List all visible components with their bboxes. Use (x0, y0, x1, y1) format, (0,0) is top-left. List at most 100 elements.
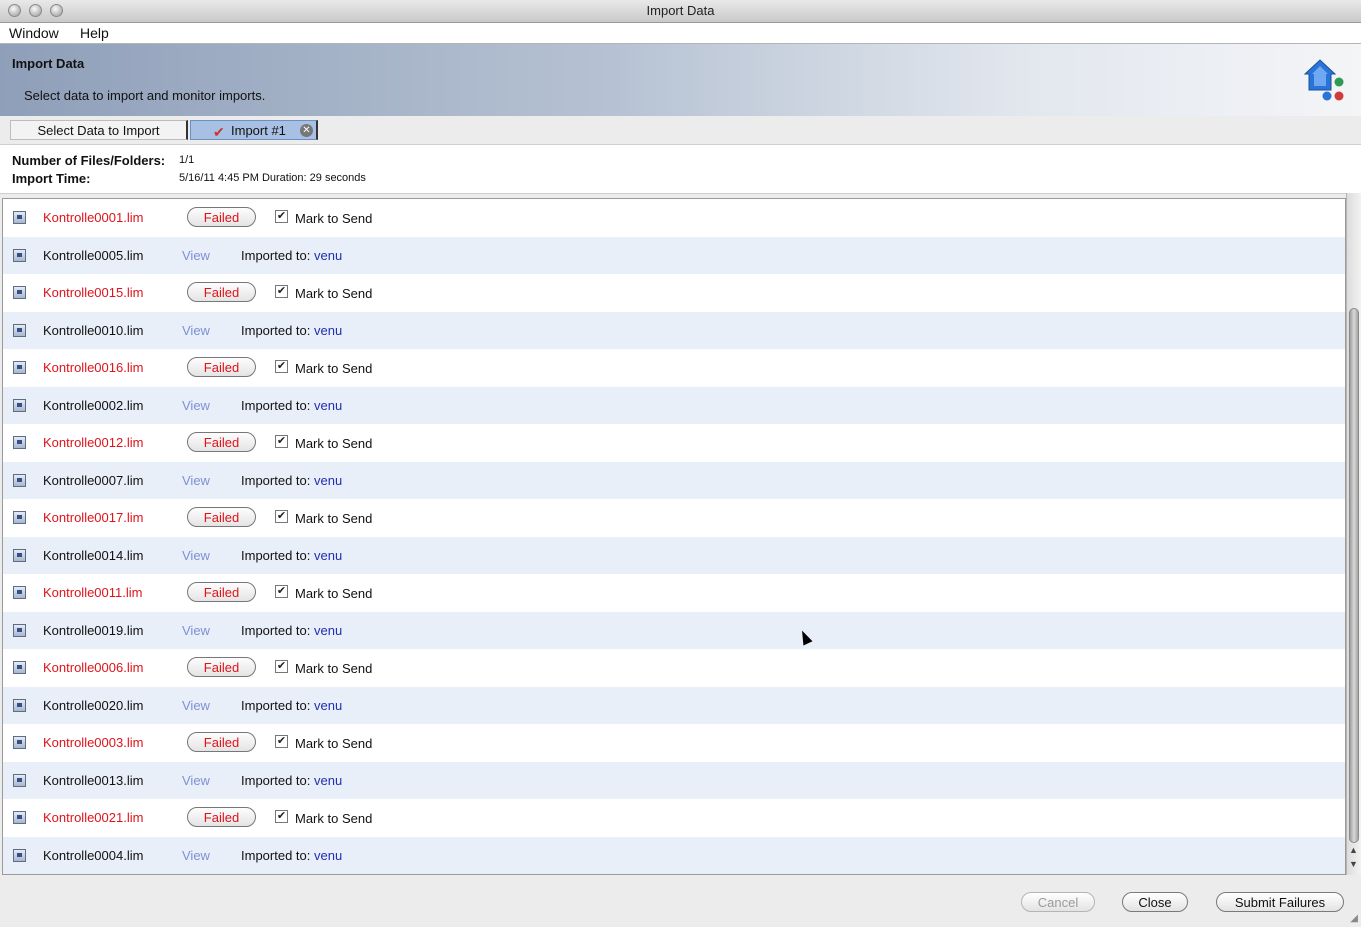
destination-link[interactable]: venu (314, 848, 342, 863)
failed-button[interactable]: Failed (187, 507, 256, 527)
view-link[interactable]: View (182, 623, 210, 638)
table-row: Kontrolle0017.lim Failed ✔ Mark to Send (3, 499, 1345, 537)
mark-to-send-checkbox[interactable]: ✔ (275, 735, 288, 748)
file-name: Kontrolle0012.lim (43, 435, 144, 450)
file-name: Kontrolle0002.lim (43, 397, 144, 413)
view-link[interactable]: View (182, 473, 210, 488)
destination-link[interactable]: venu (314, 698, 342, 713)
file-name: Kontrolle0017.lim (43, 510, 144, 525)
failed-button[interactable]: Failed (187, 432, 256, 452)
failed-button[interactable]: Failed (187, 582, 256, 602)
cancel-button[interactable]: Cancel (1021, 892, 1095, 912)
table-row: Kontrolle0019.lim View Imported to: venu (3, 611, 1345, 649)
scroll-up-icon[interactable]: ▲ (1349, 845, 1358, 855)
file-icon (13, 736, 26, 749)
failed-button[interactable]: Failed (187, 207, 256, 227)
mark-to-send-label[interactable]: Mark to Send (295, 586, 372, 601)
destination-link[interactable]: venu (314, 398, 342, 413)
close-tab-icon[interactable]: ✕ (300, 124, 313, 137)
imported-to: Imported to: venu (241, 473, 342, 488)
scrollbar-thumb[interactable] (1349, 308, 1359, 843)
destination-link[interactable]: venu (314, 548, 342, 563)
view-link[interactable]: View (182, 248, 210, 263)
mark-to-send-checkbox[interactable]: ✔ (275, 810, 288, 823)
table-row: Kontrolle0012.lim Failed ✔ Mark to Send (3, 424, 1345, 462)
menu-help[interactable]: Help (80, 24, 109, 42)
view-link[interactable]: View (182, 398, 210, 413)
mark-to-send-checkbox[interactable]: ✔ (275, 210, 288, 223)
destination-link[interactable]: venu (314, 323, 342, 338)
file-name: Kontrolle0015.lim (43, 285, 144, 300)
mark-to-send-label[interactable]: Mark to Send (295, 286, 372, 301)
table-row: Kontrolle0003.lim Failed ✔ Mark to Send (3, 724, 1345, 762)
mark-to-send-checkbox[interactable]: ✔ (275, 435, 288, 448)
failed-button[interactable]: Failed (187, 807, 256, 827)
mark-to-send-checkbox[interactable]: ✔ (275, 285, 288, 298)
minimize-window-button[interactable] (29, 4, 42, 17)
failed-button[interactable]: Failed (187, 282, 256, 302)
mark-to-send-label[interactable]: Mark to Send (295, 361, 372, 376)
tab-label: Select Data to Import (37, 123, 160, 138)
resize-grip-icon[interactable]: ◢ (1350, 913, 1358, 924)
mark-to-send-label[interactable]: Mark to Send (295, 811, 372, 826)
destination-link[interactable]: venu (314, 623, 342, 638)
submit-failures-button[interactable]: Submit Failures (1216, 892, 1344, 912)
imported-to: Imported to: venu (241, 848, 342, 863)
table-row: Kontrolle0020.lim View Imported to: venu (3, 686, 1345, 724)
mark-to-send-label[interactable]: Mark to Send (295, 661, 372, 676)
scroll-down-icon[interactable]: ▼ (1349, 859, 1358, 869)
imported-to-label: Imported to: (241, 472, 311, 488)
table-row: Kontrolle0011.lim Failed ✔ Mark to Send (3, 574, 1345, 612)
table-row: Kontrolle0010.lim View Imported to: venu (3, 311, 1345, 349)
file-name: Kontrolle0007.lim (43, 472, 144, 488)
tab-select-data[interactable]: Select Data to Import (10, 120, 188, 140)
destination-link[interactable]: venu (314, 248, 342, 263)
destination-link[interactable]: venu (314, 773, 342, 788)
list-scrollbar[interactable]: ▲ ▼ (1346, 193, 1361, 875)
imported-to: Imported to: venu (241, 548, 342, 563)
page-subtitle: Select data to import and monitor import… (24, 88, 266, 103)
view-link[interactable]: View (182, 698, 210, 713)
file-name: Kontrolle0020.lim (43, 697, 144, 713)
file-name: Kontrolle0019.lim (43, 622, 144, 638)
mark-to-send-checkbox[interactable]: ✔ (275, 585, 288, 598)
mark-to-send-checkbox[interactable]: ✔ (275, 660, 288, 673)
imported-to-label: Imported to: (241, 697, 311, 713)
view-link[interactable]: View (182, 848, 210, 863)
file-icon (13, 398, 26, 412)
view-link[interactable]: View (182, 773, 210, 788)
view-link[interactable]: View (182, 323, 210, 338)
table-row: Kontrolle0016.lim Failed ✔ Mark to Send (3, 349, 1345, 387)
failed-button[interactable]: Failed (187, 657, 256, 677)
file-name: Kontrolle0004.lim (43, 847, 144, 863)
failed-button[interactable]: Failed (187, 732, 256, 752)
close-window-button[interactable] (8, 4, 21, 17)
import-info-panel: Number of Files/Folders: 1/1 Import Time… (0, 145, 1361, 194)
file-name: Kontrolle0011.lim (43, 585, 143, 600)
tab-import-1[interactable]: ✔ Import #1 ✕ (190, 120, 318, 140)
menu-window[interactable]: Window (9, 24, 59, 42)
mark-to-send-checkbox[interactable]: ✔ (275, 360, 288, 373)
file-icon (13, 436, 26, 449)
mark-to-send-label[interactable]: Mark to Send (295, 511, 372, 526)
app-logo-icon (1303, 59, 1344, 101)
mark-to-send-label[interactable]: Mark to Send (295, 211, 372, 226)
mark-to-send-label[interactable]: Mark to Send (295, 736, 372, 751)
view-link[interactable]: View (182, 548, 210, 563)
file-icon (13, 586, 26, 599)
file-icon (13, 548, 26, 562)
file-icon (13, 248, 26, 262)
imported-to: Imported to: venu (241, 248, 342, 263)
close-button[interactable]: Close (1122, 892, 1188, 912)
tab-strip: Select Data to Import ✔ Import #1 ✕ (0, 116, 1361, 145)
mark-to-send-checkbox[interactable]: ✔ (275, 510, 288, 523)
imported-to-label: Imported to: (241, 772, 311, 788)
failed-button[interactable]: Failed (187, 357, 256, 377)
destination-link[interactable]: venu (314, 473, 342, 488)
file-icon (13, 323, 26, 337)
file-icon (13, 473, 26, 487)
zoom-window-button[interactable] (50, 4, 63, 17)
imported-to-label: Imported to: (241, 322, 311, 338)
file-icon (13, 623, 26, 637)
mark-to-send-label[interactable]: Mark to Send (295, 436, 372, 451)
